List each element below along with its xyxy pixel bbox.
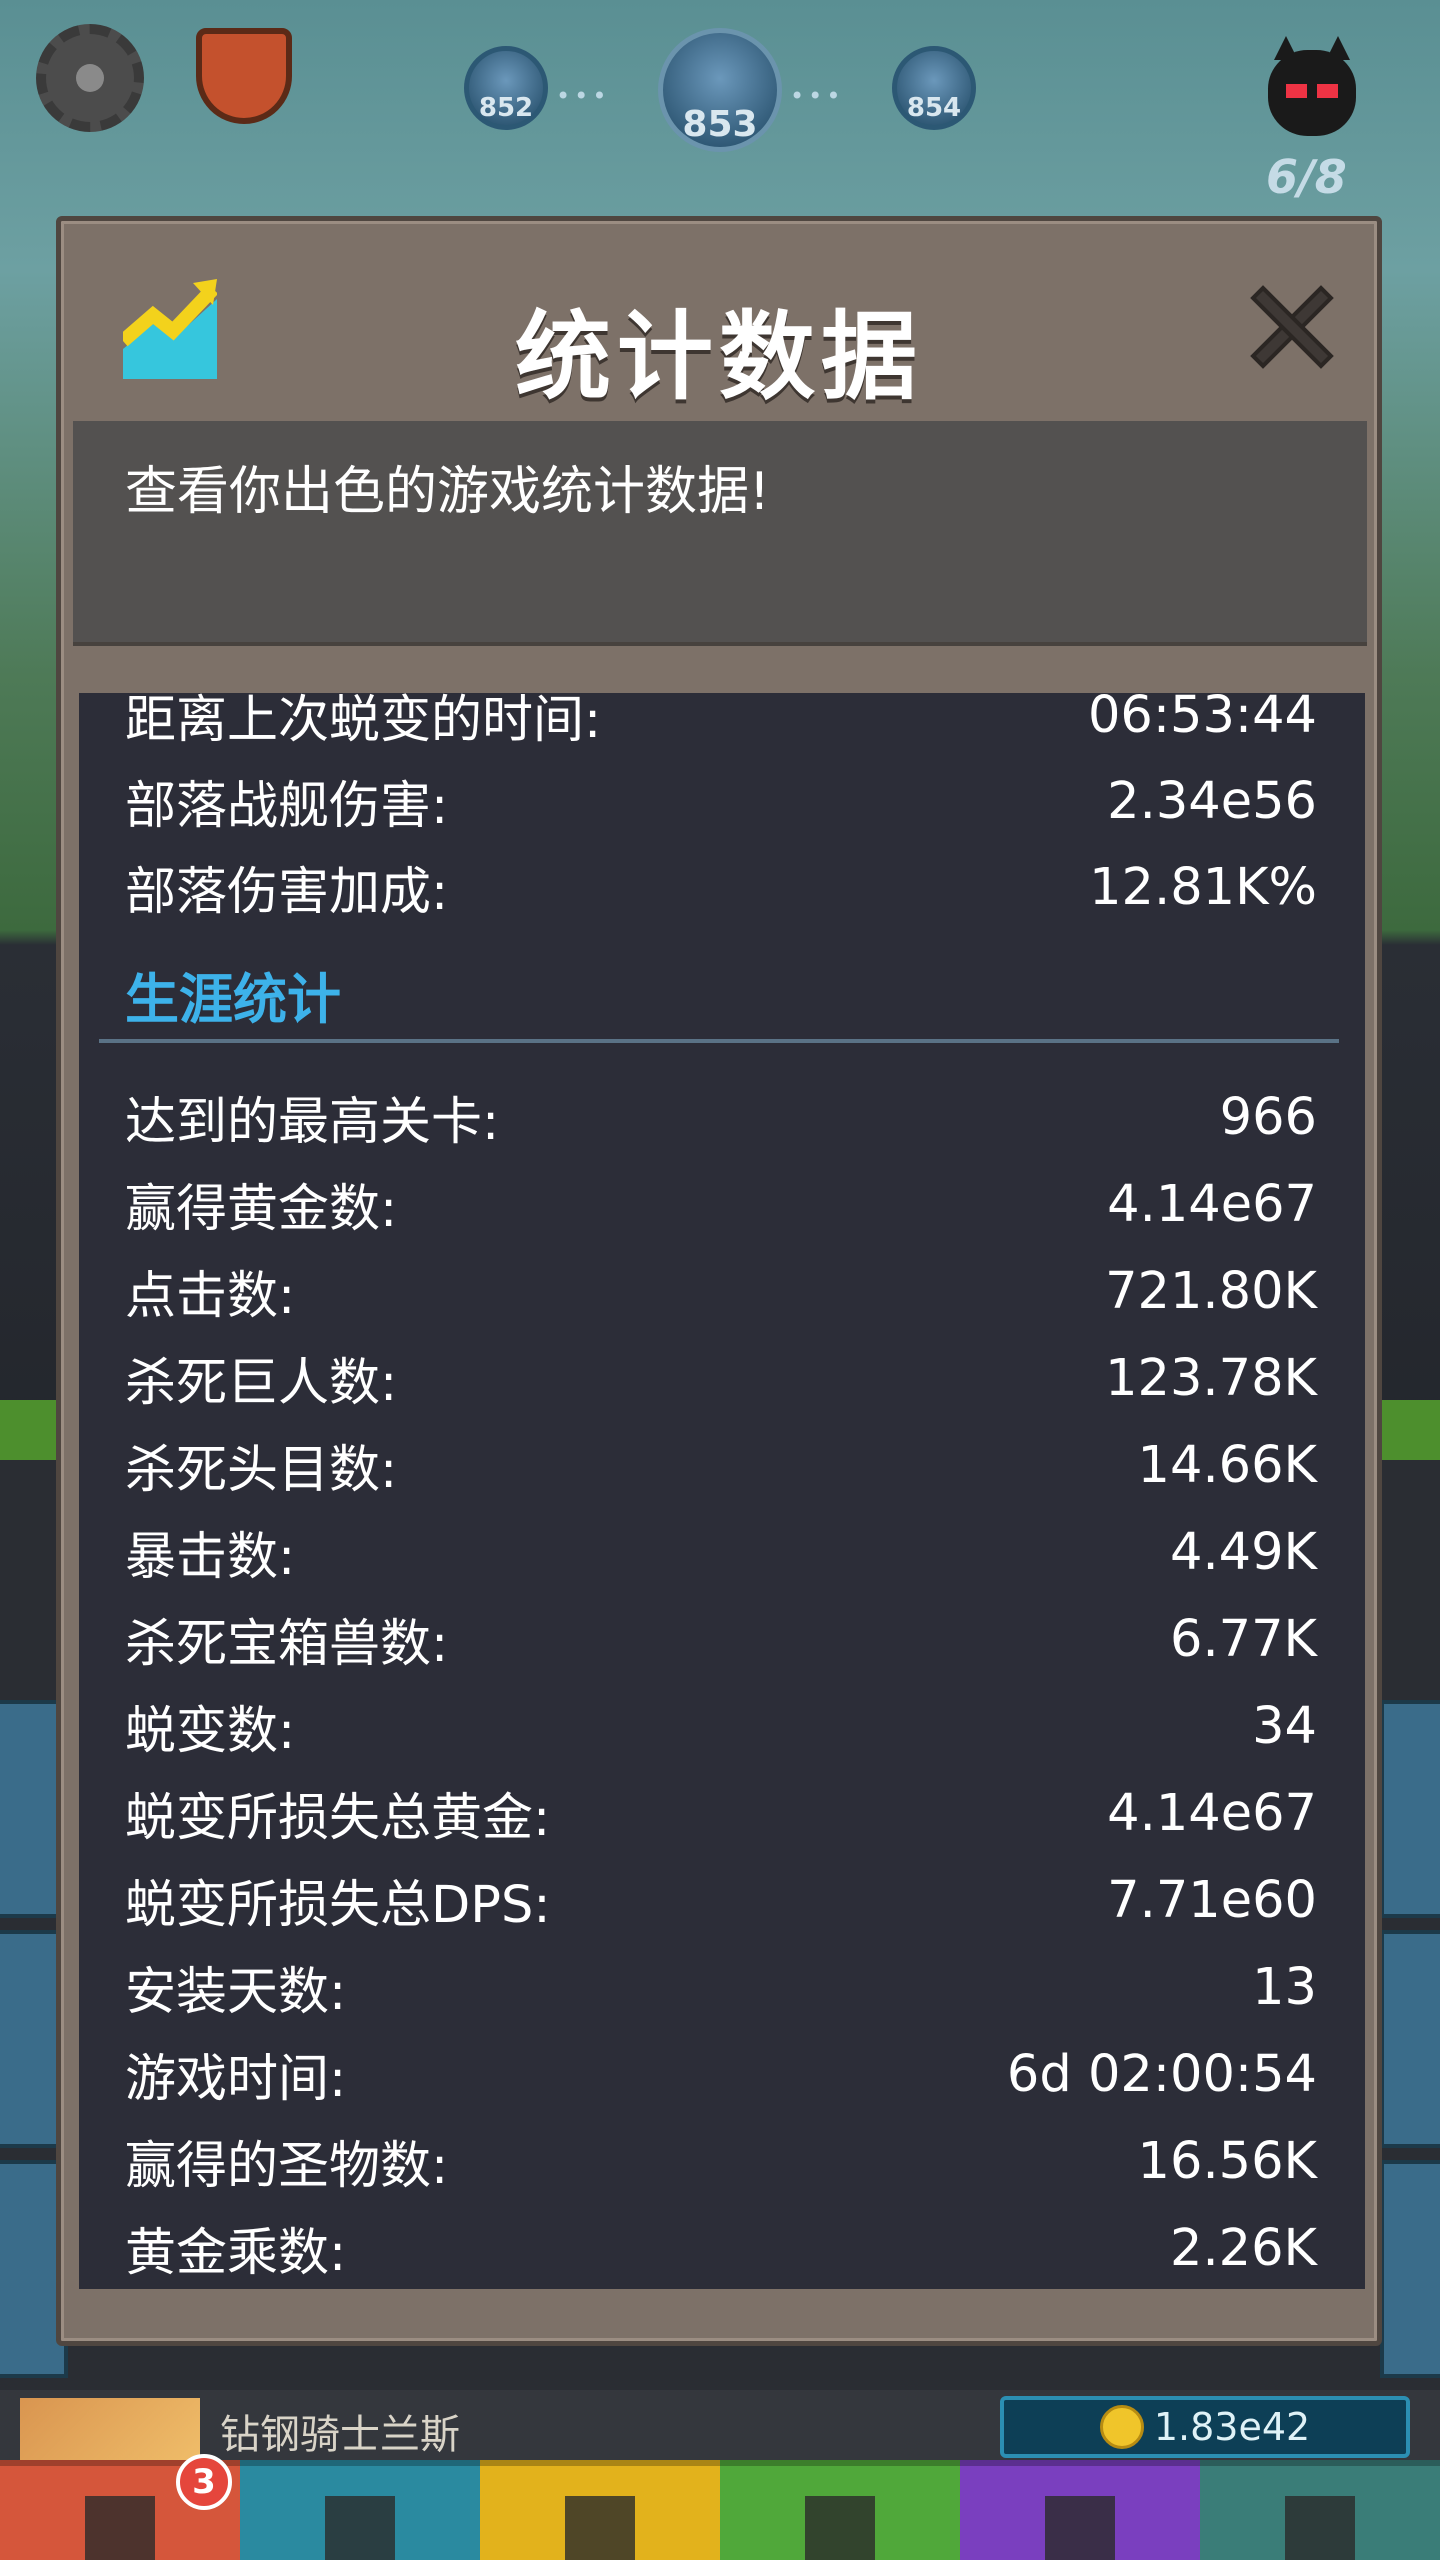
stat-label: 黄金乘数: [125,2224,347,2283]
stat-row-clan-ship-damage: 部落战舰伤害: 2.34e56 [125,761,1317,841]
pet-icon [805,2496,875,2560]
clan-shield-icon[interactable] [196,28,292,124]
stat-row-time-since-prestige: 距离上次蜕变的时间: 06:53:44 [125,693,1317,755]
stat-label: 杀死巨人数: [125,1354,398,1413]
hero-upgrade-cost: 1.83e42 [1153,2405,1311,2449]
stat-value: 34 [1252,1696,1317,1756]
hero-card-right [1380,2160,1440,2378]
stat-row: 杀死巨人数: 123.78K [125,1338,1317,1418]
stat-value: 4.14e67 [1107,1174,1317,1234]
stat-row: 蜕变所损失总黄金: 4.14e67 [125,1773,1317,1853]
hero-name: 钻钢骑士兰斯 [220,2412,460,2458]
stat-value: 721.80K [1105,1261,1317,1321]
stat-label: 部落伤害加成: [125,863,449,922]
tab-shop[interactable] [1200,2460,1440,2560]
stat-value: 2.26K [1170,2218,1317,2278]
dialog-header: 统计数据 [61,221,1377,421]
stat-row: 杀死宝箱兽数: 6.77K [125,1599,1317,1679]
stat-value: 14.66K [1137,1435,1317,1495]
stage-current: 853 [658,28,782,152]
stat-label: 部落战舰伤害: [125,777,449,836]
boss-devil-icon[interactable] [1268,36,1356,136]
helmet-icon [325,2496,395,2560]
career-stats-heading: 生涯统计 [125,968,341,1031]
sword-icon [85,2496,155,2560]
stat-label: 杀死头目数: [125,1441,398,1500]
stat-label: 蜕变所损失总黄金: [125,1789,551,1848]
section-divider [99,1039,1339,1043]
stat-row: 暴击数: 4.49K [125,1512,1317,1592]
stat-label: 达到的最高关卡: [125,1093,500,1152]
stage-current-number: 853 [682,104,758,145]
shirt-icon [565,2496,635,2560]
stat-label: 赢得黄金数: [125,1180,398,1239]
stat-value: 966 [1219,1087,1317,1147]
stat-value: 13 [1252,1957,1317,2017]
tab-pets[interactable] [720,2460,960,2560]
stats-scroll-area[interactable]: 距离上次蜕变的时间: 06:53:44 部落战舰伤害: 2.34e56 部落伤害… [79,693,1365,2289]
stat-label: 游戏时间: [125,2050,347,2109]
stat-value: 6.77K [1170,1609,1317,1669]
stat-value: 06:53:44 [1087,693,1317,745]
tab-equipment[interactable] [480,2460,720,2560]
stat-label: 点击数: [125,1267,296,1326]
stat-row: 黄金乘数: 2.26K [125,2208,1317,2288]
stat-label: 暴击数: [125,1528,296,1587]
boss-counter: 6/8 [1266,150,1347,204]
heart-icon [1045,2496,1115,2560]
close-button[interactable] [1245,281,1337,373]
gold-coin-icon [1099,2405,1144,2449]
settings-gear-icon[interactable] [36,24,144,132]
stat-row: 游戏时间: 6d 02:00:54 [125,2034,1317,2114]
stat-value: 12.81K% [1089,857,1317,917]
stat-label: 杀死宝箱兽数: [125,1615,449,1674]
stat-label: 蜕变所损失总DPS: [125,1876,551,1935]
stage-next: 854 [892,46,976,130]
notification-badge: 3 [176,2454,232,2510]
stage-dots: ••• [790,82,845,110]
stat-row: 杀死头目数: 14.66K [125,1425,1317,1505]
dialog-title: 统计数据 [515,301,923,413]
stat-label: 距离上次蜕变的时间: [125,693,602,750]
stage-dots: ••• [556,82,611,110]
stat-row: 赢得的圣物数: 16.56K [125,2121,1317,2201]
hero-card-right [1380,1930,1440,2148]
stat-value: 4.49K [1170,1522,1317,1582]
stat-value: 7.71e60 [1107,1870,1317,1930]
hero-upgrade-button[interactable]: 1.83e42 [1000,2396,1410,2458]
stage-prev: 852 [464,46,548,130]
stage-next-number: 854 [906,93,962,123]
stat-label: 赢得的圣物数: [125,2137,449,2196]
stat-value: 2.34e56 [1107,771,1317,831]
stat-row-clan-damage-bonus: 部落伤害加成: 12.81K% [125,847,1317,927]
dialog-description: 查看你出色的游戏统计数据! [125,462,770,522]
tab-heroes[interactable] [240,2460,480,2560]
stat-row: 赢得黄金数: 4.14e67 [125,1164,1317,1244]
stat-row: 蜕变数: 34 [125,1686,1317,1766]
stat-row: 点击数: 721.80K [125,1251,1317,1331]
stat-label: 安装天数: [125,1963,347,2022]
stat-value: 6d 02:00:54 [1006,2044,1317,2104]
statistics-dialog: 统计数据 查看你出色的游戏统计数据! 距离上次蜕变的时间: 06:53:44 部… [56,216,1382,2346]
stat-value: 123.78K [1105,1348,1317,1408]
stat-value: 4.14e67 [1107,1783,1317,1843]
hero-card-right [1380,1700,1440,1918]
stat-row: 达到的最高关卡: 966 [125,1077,1317,1157]
stat-row: 安装天数: 13 [125,1947,1317,2027]
stat-label: 蜕变数: [125,1702,296,1761]
description-box: 查看你出色的游戏统计数据! [73,421,1367,646]
stat-value: 16.56K [1137,2131,1317,2191]
tab-artifacts[interactable] [960,2460,1200,2560]
stat-row: 蜕变所损失总DPS: 7.71e60 [125,1860,1317,1940]
stage-prev-number: 852 [478,93,534,123]
star-icon [1285,2496,1355,2560]
